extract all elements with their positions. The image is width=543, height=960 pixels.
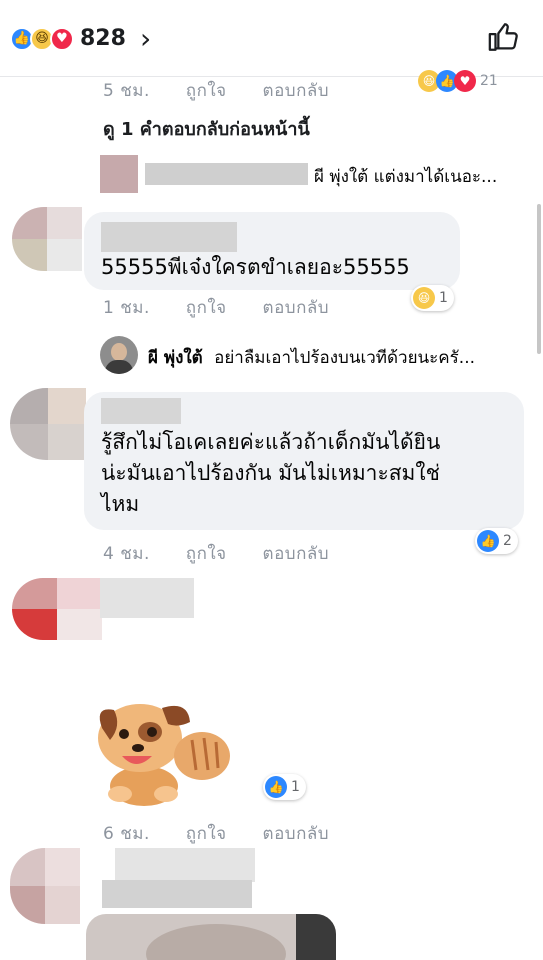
like-reaction-icon: 👍 — [265, 776, 287, 798]
view-previous-replies[interactable]: ดู 1 คำตอบกลับก่อนหน้านี้ — [103, 114, 310, 143]
reply-author[interactable]: ผี พุ่งใต้ — [148, 348, 203, 368]
redacted-name — [115, 848, 255, 882]
comment-reaction-badge[interactable]: 😆 👍 ♥ 21 — [418, 70, 498, 92]
like-link[interactable]: ถูกใจ — [186, 820, 227, 847]
comment-meta: 1 ชม. ถูกใจ ตอบกลับ — [103, 294, 329, 321]
comment-meta: 4 ชม. ถูกใจ ตอบกลับ — [103, 540, 329, 567]
like-link[interactable]: ถูกใจ — [186, 294, 227, 321]
comment-time: 6 ชม. — [103, 824, 150, 844]
comment-meta-top: 5 ชม. ถูกใจ ตอบกลับ — [103, 77, 329, 104]
reaction-count: 21 — [480, 73, 498, 89]
like-link[interactable]: ถูกใจ — [186, 77, 227, 104]
reaction-count: 1 — [439, 290, 448, 306]
reply-link[interactable]: ตอบกลับ — [263, 820, 330, 847]
avatar — [100, 336, 138, 374]
love-reaction-icon: ♥ — [454, 70, 476, 92]
avatar — [12, 578, 102, 640]
redacted-name — [102, 880, 252, 908]
reaction-count: 2 — [503, 533, 512, 549]
redacted-name — [100, 578, 194, 618]
haha-reaction-icon: 😆 — [413, 287, 435, 309]
reply-link[interactable]: ตอบกลับ — [263, 77, 330, 104]
comment-reaction-badge[interactable]: 👍 1 — [263, 774, 306, 800]
reply-line[interactable]: ผี พุ่งใต้ อย่าลืมเอาไปร้องบนเวทีด้วยนะค… — [148, 344, 475, 371]
comment-time: 1 ชม. — [103, 298, 150, 318]
reaction-count: 1 — [291, 779, 300, 795]
like-reaction-icon: 👍 — [477, 530, 499, 552]
avatar — [10, 388, 86, 460]
comment-time: 4 ชม. — [103, 544, 150, 564]
reply-snippet[interactable]: ผี พุ่งใต้ แต่งมาได้เนอะ... — [314, 163, 497, 190]
like-link[interactable]: ถูกใจ — [186, 540, 227, 567]
comment-reaction-badge[interactable]: 👍 2 — [475, 528, 518, 554]
comment-line: น่ะมันเอาไปร้องกัน มันไม่เหมาะสมใช่ — [101, 461, 440, 485]
comment-line: รู้สึกไม่โอเคเลยค่ะแล้วถ้าเด็กมันได้ยิน — [101, 430, 441, 454]
chevron-right-icon[interactable]: › — [140, 22, 151, 55]
comment-text: 55555พีเจ๋งใครตขำเลยอะ55555 — [101, 255, 410, 279]
redacted-name — [101, 398, 181, 424]
redacted-name — [145, 163, 308, 185]
comment-meta: 6 ชม. ถูกใจ ตอบกลับ — [103, 820, 329, 847]
redacted-name — [101, 222, 237, 252]
scrollbar[interactable] — [537, 204, 541, 354]
reply-link[interactable]: ตอบกลับ — [263, 540, 330, 567]
avatar — [100, 155, 138, 193]
love-reaction-icon: ♥ — [50, 26, 74, 51]
reaction-summary[interactable]: 👍 😆 ♥ 828 › — [10, 22, 151, 55]
reply-snippet: อย่าลืมเอาไปร้องบนเวทีด้วยนะครั... — [214, 348, 476, 368]
thumbs-up-outline-icon[interactable] — [487, 20, 521, 54]
comment-reaction-badge[interactable]: 😆 1 — [411, 285, 454, 311]
avatar — [12, 207, 82, 271]
reaction-count: 828 — [80, 26, 126, 51]
comment-line: ไหม — [101, 492, 140, 516]
reply-link[interactable]: ตอบกลับ — [263, 294, 330, 321]
avatar — [10, 848, 80, 924]
dog-sticker[interactable] — [92, 698, 232, 808]
photo-attachment[interactable] — [86, 914, 336, 960]
comment-text: รู้สึกไม่โอเคเลยค่ะแล้วถ้าเด็กมันได้ยิน … — [101, 427, 440, 520]
comment-time: 5 ชม. — [103, 81, 150, 101]
